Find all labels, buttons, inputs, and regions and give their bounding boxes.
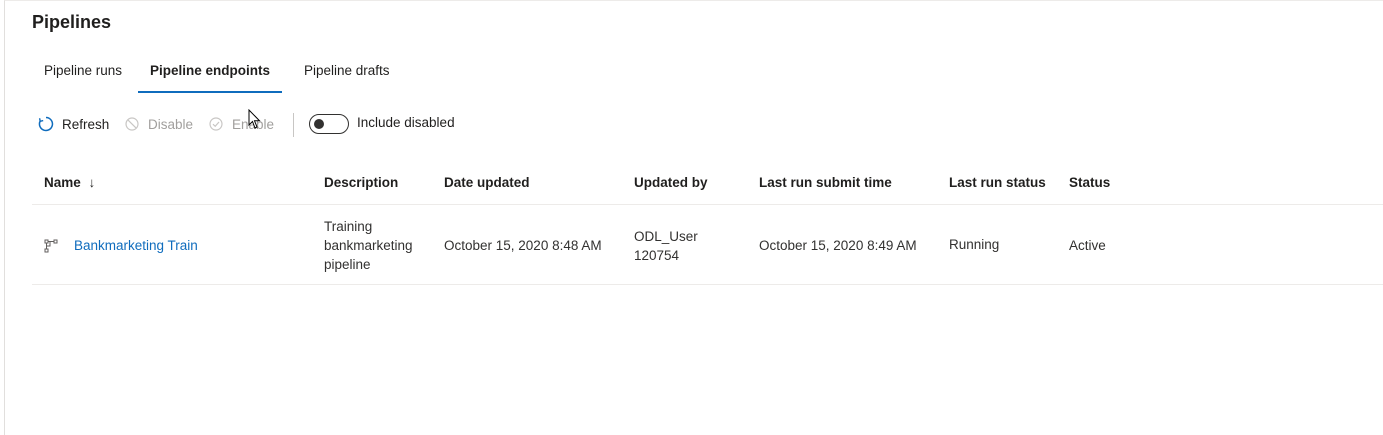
column-header-last-run-status[interactable]: Last run status [949, 175, 1046, 190]
column-header-name[interactable]: Name ↓ [44, 175, 95, 190]
last-run-status-cell: Running [949, 237, 1000, 252]
refresh-button[interactable]: Refresh [38, 111, 109, 137]
tab-pipeline-runs[interactable]: Pipeline runs [32, 59, 134, 93]
refresh-icon [38, 116, 54, 132]
include-disabled-label: Include disabled [357, 115, 455, 130]
pipelines-panel: Pipelines Pipeline runs Pipeline endpoin… [4, 0, 1383, 435]
disable-button[interactable]: Disable [124, 111, 193, 137]
disable-label: Disable [148, 116, 194, 132]
column-header-description[interactable]: Description [324, 175, 398, 190]
column-header-last-run-submit-time[interactable]: Last run submit time [759, 175, 892, 190]
column-header-date-updated[interactable]: Date updated [444, 175, 530, 190]
date-updated-cell: October 15, 2020 8:48 AM [444, 238, 602, 253]
column-header-name-label: Name [44, 175, 81, 190]
description-line: Training [324, 219, 373, 234]
sort-descending-icon: ↓ [88, 175, 96, 190]
status-cell: Active [1069, 238, 1106, 253]
column-header-updated-by[interactable]: Updated by [634, 175, 708, 190]
enable-button[interactable]: Enable [208, 111, 274, 137]
tab-pipeline-drafts[interactable]: Pipeline drafts [292, 59, 402, 93]
description-cell: Training bankmarketing pipeline [324, 217, 413, 274]
description-line: pipeline [324, 257, 371, 272]
toggle-knob [314, 119, 324, 129]
refresh-label: Refresh [62, 116, 110, 132]
updated-by-cell: ODL_User 120754 [634, 227, 698, 265]
page-title: Pipelines [32, 12, 112, 32]
table-row[interactable]: Bankmarketing Train Training bankmarketi… [32, 205, 1383, 285]
pipeline-icon [44, 239, 58, 253]
column-header-status[interactable]: Status [1069, 175, 1110, 190]
tab-pipeline-endpoints[interactable]: Pipeline endpoints [138, 59, 283, 93]
pipeline-name-link[interactable]: Bankmarketing Train [74, 236, 198, 255]
last-run-submit-time-cell: October 15, 2020 8:49 AM [759, 238, 917, 253]
toolbar-divider [293, 113, 294, 137]
check-circle-icon [208, 116, 224, 132]
block-icon [124, 116, 140, 132]
description-line: bankmarketing [324, 238, 413, 253]
mouse-pointer-icon [248, 108, 262, 131]
include-disabled-toggle[interactable] [309, 114, 349, 134]
table-header: Name ↓ Description Date updated Updated … [32, 161, 1383, 205]
updated-by-line: 120754 [634, 248, 680, 263]
updated-by-line: ODL_User [634, 229, 698, 244]
